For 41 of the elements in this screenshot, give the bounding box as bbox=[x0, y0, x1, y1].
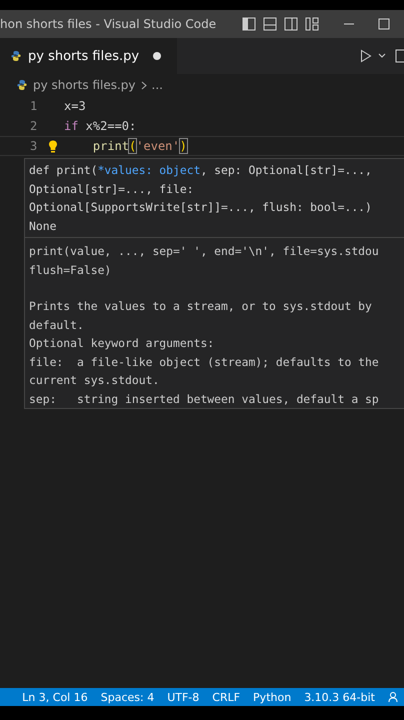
python-icon bbox=[10, 50, 22, 62]
lightbulb-icon[interactable] bbox=[48, 140, 58, 152]
doc-line: sep: string inserted between values, default a sp bbox=[29, 390, 380, 408]
code-line: if x%2==0: bbox=[64, 119, 136, 133]
python-icon bbox=[16, 79, 28, 91]
breadcrumb-item[interactable]: ... bbox=[152, 78, 163, 92]
doc-line: default. bbox=[29, 316, 85, 334]
maximize-icon[interactable] bbox=[378, 18, 390, 30]
grid-layout-icon[interactable] bbox=[305, 17, 319, 31]
unsaved-dot bbox=[153, 52, 162, 60]
doc-line: Prints the values to a stream, or to sys.stdout by bbox=[29, 298, 373, 315]
chevron-down-icon[interactable] bbox=[378, 53, 386, 59]
doc-line: current sys.stdout. bbox=[29, 372, 160, 389]
run-icon[interactable] bbox=[360, 49, 372, 63]
status-item[interactable]: UTF-8 bbox=[167, 690, 200, 704]
signature-line: None bbox=[29, 218, 58, 234]
chevron-right-icon bbox=[140, 80, 146, 90]
breadcrumb-item[interactable]: py shorts files.py bbox=[33, 78, 136, 92]
split-layout-icon[interactable] bbox=[284, 17, 298, 31]
doc-line: print(value, ..., sep=' ', end='\n', file=sys.stdou bbox=[29, 243, 380, 260]
line-number: 1 bbox=[29, 99, 38, 113]
doc-line: flush=False) bbox=[29, 262, 112, 278]
code-line: print('even') bbox=[92, 139, 187, 153]
status-item[interactable]: Spaces: 4 bbox=[100, 690, 154, 704]
editor-tab[interactable]: py shorts files.py bbox=[0, 38, 178, 74]
panel-layout-icon[interactable] bbox=[263, 17, 277, 31]
sidebar-layout-icon[interactable] bbox=[242, 17, 256, 31]
doc-line: Optional keyword arguments: bbox=[29, 335, 216, 352]
status-item[interactable]: Python bbox=[253, 690, 292, 704]
signature-line: Optional[SupportsWrite[str]]=..., flush: bool=...) bbox=[29, 199, 373, 216]
signature-line: Optional[str]=..., file: bbox=[29, 180, 195, 198]
status-item[interactable]: Ln 3, Col 16 bbox=[22, 690, 88, 704]
status-item[interactable]: 3.10.3 64-bit bbox=[304, 690, 375, 704]
code-line: x=3 bbox=[64, 99, 86, 113]
status-item[interactable]: CRLF bbox=[212, 690, 240, 704]
signature-line: def print(*values: object, sep: Optional[str]=..., bbox=[29, 162, 373, 179]
line-number: 2 bbox=[29, 119, 38, 133]
feedback-icon[interactable] bbox=[388, 691, 400, 703]
doc-line: file: a file-like object (stream); defaults to the bbox=[29, 354, 380, 370]
line-number: 3 bbox=[29, 139, 38, 153]
window-title: hon shorts files - Visual Studio Code bbox=[0, 17, 218, 31]
